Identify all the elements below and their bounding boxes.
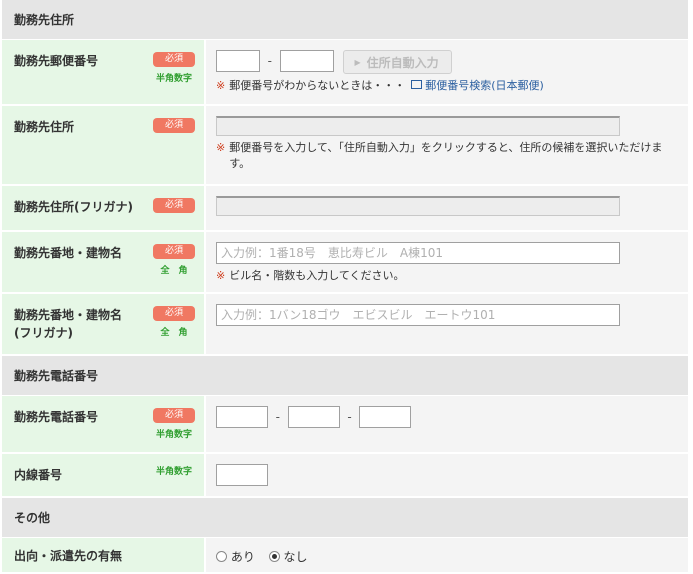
address-kana-input[interactable] (216, 196, 620, 216)
dispatch-option-no[interactable]: なし (268, 550, 308, 564)
required-badge: 必須 (153, 408, 195, 423)
label-cell: 勤務先住所(フリガナ) 必須 (2, 186, 204, 230)
row-work-phone: 勤務先電話番号 必須 半角数字 - - (2, 396, 688, 454)
field-label: 出向・派遣先の有無 (14, 549, 123, 563)
postal-code-second-input[interactable] (279, 50, 334, 72)
option-label: あり (230, 550, 255, 564)
field-label: 内線番号 (14, 468, 63, 482)
external-window-icon (411, 80, 423, 89)
required-badge: 必須 (153, 118, 195, 133)
separator: - (267, 54, 272, 68)
field-label: 勤務先住所(フリガナ) (14, 200, 133, 214)
badge-group: 必須 (152, 196, 196, 213)
label-cell: 勤務先電話番号 必須 半角数字 (2, 396, 204, 452)
section-header-work-address: 勤務先住所 (2, 0, 688, 40)
half-digits-badge: 半角数字 (155, 74, 192, 84)
dispatch-option-yes[interactable]: あり (216, 550, 259, 564)
required-badge: 必須 (153, 306, 195, 321)
separator: - (275, 410, 280, 424)
postal-search-link[interactable]: 郵便番号検索(日本郵便) (425, 79, 544, 92)
badge-group: 半角数字 (152, 464, 196, 477)
field-label: 勤務先電話番号 (14, 410, 99, 424)
row-building-kana: 勤務先番地・建物名 (フリガナ) 必須 全 角 (2, 294, 688, 356)
required-badge: 必須 (153, 52, 195, 67)
label-cell: 勤務先住所 必須 (2, 106, 204, 184)
note-text: 郵便番号がわからないときは・・・ (229, 79, 406, 92)
address-autofill-button[interactable]: ▶ 住所自動入力 (343, 50, 452, 74)
note-mark: ※ (216, 269, 226, 282)
radio-button-checked[interactable] (268, 551, 280, 562)
section-header-work-phone: 勤務先電話番号 (2, 356, 688, 396)
row-address-kana: 勤務先住所(フリガナ) 必須 (2, 186, 688, 232)
button-label: 住所自動入力 (366, 55, 439, 70)
half-digits-badge: 半角数字 (155, 467, 192, 477)
section-title: 勤務先住所 (14, 13, 75, 27)
note-mark: ※ (216, 79, 226, 92)
full-width-badge: 全 角 (160, 328, 188, 338)
required-badge: 必須 (153, 198, 195, 213)
address-input[interactable] (216, 116, 620, 136)
row-extension: 内線番号 半角数字 (2, 454, 688, 498)
separator: - (347, 410, 352, 424)
postal-code-first-input[interactable] (216, 50, 260, 72)
note-text: 郵便番号を入力して、「住所自動入力」をクリックすると、住所の候補を選択いただけま… (229, 141, 663, 170)
phone-number-input[interactable] (359, 406, 412, 428)
note-text: ビル名・階数も入力してください。 (229, 269, 405, 282)
row-dispatch: 出向・派遣先の有無 あり なし (2, 538, 688, 574)
field-cell (206, 454, 688, 496)
row-address: 勤務先住所 必須 ※ 郵便番号を入力して、「住所自動入力」をクリックすると、住所… (2, 106, 688, 186)
label-cell: 勤務先郵便番号 必須 半角数字 (2, 40, 204, 104)
badge-group: 必須 半角数字 (152, 406, 196, 440)
building-input[interactable] (216, 242, 620, 264)
building-kana-input[interactable] (216, 304, 620, 326)
label-cell: 勤務先番地・建物名 必須 全 角 (2, 232, 204, 292)
required-badge: 必須 (153, 244, 195, 259)
field-cell: あり なし (206, 538, 688, 572)
label-cell: 出向・派遣先の有無 (2, 538, 204, 572)
phone-area-input[interactable] (216, 406, 268, 428)
building-note: ※ ビル名・階数も入力してください。 (216, 268, 688, 284)
section-title: 勤務先電話番号 (14, 369, 99, 383)
phone-exchange-input[interactable] (287, 406, 340, 428)
postal-note: ※ 郵便番号がわからないときは・・・ 郵便番号検索(日本郵便) (216, 78, 688, 94)
note-mark: ※ (216, 141, 226, 154)
section-header-other: その他 (2, 498, 688, 538)
label-cell: 勤務先番地・建物名 (フリガナ) 必須 全 角 (2, 294, 204, 354)
option-label: なし (283, 550, 308, 564)
badge-group: 必須 半角数字 (152, 50, 196, 84)
field-label: 勤務先住所 (14, 120, 75, 134)
work-info-form: 勤務先住所 勤務先郵便番号 必須 半角数字 - ▶ 住所自動入力 ※ 郵便番号がわ… (2, 0, 688, 574)
full-width-badge: 全 角 (160, 266, 188, 276)
field-cell: - ▶ 住所自動入力 ※ 郵便番号がわからないときは・・・ 郵便番号検索(日本郵便) (206, 40, 688, 104)
badge-group: 必須 全 角 (152, 242, 196, 276)
field-cell (206, 294, 688, 354)
field-cell: ※ビル名・階数も入力してください。 (206, 232, 688, 292)
label-cell: 内線番号 半角数字 (2, 454, 204, 496)
row-building: 勤務先番地・建物名 必須 全 角 ※ビル名・階数も入力してください。 (2, 232, 688, 294)
play-icon: ▶ (354, 57, 361, 67)
field-cell: ※ 郵便番号を入力して、「住所自動入力」をクリックすると、住所の候補を選択いただ… (206, 106, 688, 184)
section-title: その他 (14, 511, 51, 525)
field-cell: - - (206, 396, 688, 452)
extension-input[interactable] (216, 464, 268, 486)
field-label: 勤務先番地・建物名 (14, 246, 123, 260)
badge-group: 必須 全 角 (152, 304, 196, 338)
radio-button-unchecked[interactable] (216, 551, 227, 562)
row-postal-code: 勤務先郵便番号 必須 半角数字 - ▶ 住所自動入力 ※ 郵便番号がわからないとき… (2, 40, 688, 106)
badge-group: 必須 (152, 116, 196, 133)
field-cell (206, 186, 688, 230)
address-note: ※ 郵便番号を入力して、「住所自動入力」をクリックすると、住所の候補を選択いただ… (216, 140, 676, 172)
half-digits-badge: 半角数字 (155, 430, 192, 440)
field-label: 勤務先郵便番号 (14, 54, 99, 68)
